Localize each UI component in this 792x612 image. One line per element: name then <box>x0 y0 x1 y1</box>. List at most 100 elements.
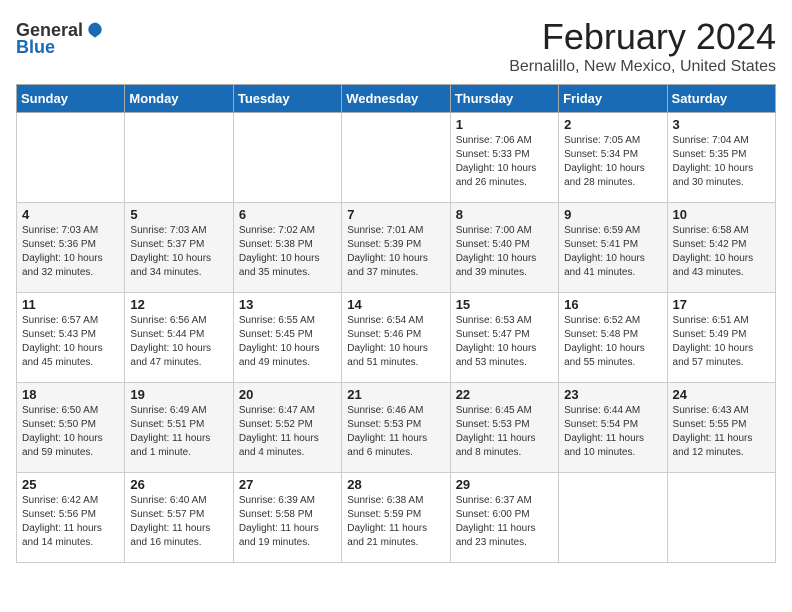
day-number: 12 <box>130 297 227 312</box>
calendar-cell: 5 Sunrise: 7:03 AM Sunset: 5:37 PM Daylig… <box>125 203 233 293</box>
day-detail: Sunrise: 6:58 AM Sunset: 5:42 PM Dayligh… <box>673 224 770 280</box>
day-detail: Sunrise: 6:44 AM Sunset: 5:54 PM Dayligh… <box>564 404 661 460</box>
calendar-cell: 8 Sunrise: 7:00 AM Sunset: 5:40 PM Daylig… <box>450 203 558 293</box>
day-number: 13 <box>239 297 336 312</box>
day-detail: Sunrise: 6:38 AM Sunset: 5:59 PM Dayligh… <box>347 494 444 550</box>
day-detail: Sunrise: 6:46 AM Sunset: 5:53 PM Dayligh… <box>347 404 444 460</box>
location-subtitle: Bernalillo, New Mexico, United States <box>16 58 776 76</box>
day-number: 24 <box>673 387 770 402</box>
day-number: 6 <box>239 207 336 222</box>
day-detail: Sunrise: 6:40 AM Sunset: 5:57 PM Dayligh… <box>130 494 227 550</box>
weekday-header: Sunday <box>17 85 125 113</box>
calendar-week-row: 1 Sunrise: 7:06 AM Sunset: 5:33 PM Daylig… <box>17 113 776 203</box>
day-detail: Sunrise: 6:47 AM Sunset: 5:52 PM Dayligh… <box>239 404 336 460</box>
logo-icon <box>85 21 105 41</box>
calendar-cell: 22Sunrise: 6:45 AM Sunset: 5:53 PM Dayli… <box>450 383 558 473</box>
day-number: 11 <box>22 297 119 312</box>
day-detail: Sunrise: 6:37 AM Sunset: 6:00 PM Dayligh… <box>456 494 553 550</box>
calendar-cell: 29 Sunrise: 6:37 AM Sunset: 6:00 PM Dayli… <box>450 473 558 563</box>
calendar-week-row: 25Sunrise: 6:42 AM Sunset: 5:56 PM Dayli… <box>17 473 776 563</box>
day-detail: Sunrise: 6:52 AM Sunset: 5:48 PM Dayligh… <box>564 314 661 370</box>
weekday-header: Friday <box>559 85 667 113</box>
calendar-cell: 25Sunrise: 6:42 AM Sunset: 5:56 PM Dayli… <box>17 473 125 563</box>
calendar-cell: 26 Sunrise: 6:40 AM Sunset: 5:57 PM Dayli… <box>125 473 233 563</box>
day-number: 21 <box>347 387 444 402</box>
calendar-cell: 28Sunrise: 6:38 AM Sunset: 5:59 PM Dayli… <box>342 473 450 563</box>
day-detail: Sunrise: 6:43 AM Sunset: 5:55 PM Dayligh… <box>673 404 770 460</box>
calendar-cell: 3 Sunrise: 7:04 AM Sunset: 5:35 PM Daylig… <box>667 113 775 203</box>
day-detail: Sunrise: 7:03 AM Sunset: 5:37 PM Dayligh… <box>130 224 227 280</box>
day-detail: Sunrise: 6:55 AM Sunset: 5:45 PM Dayligh… <box>239 314 336 370</box>
day-detail: Sunrise: 7:02 AM Sunset: 5:38 PM Dayligh… <box>239 224 336 280</box>
calendar-cell: 11 Sunrise: 6:57 AM Sunset: 5:43 PM Dayli… <box>17 293 125 383</box>
day-number: 10 <box>673 207 770 222</box>
calendar-cell: 13 Sunrise: 6:55 AM Sunset: 5:45 PM Dayli… <box>233 293 341 383</box>
day-detail: Sunrise: 7:04 AM Sunset: 5:35 PM Dayligh… <box>673 134 770 190</box>
day-number: 29 <box>456 477 553 492</box>
calendar-cell: 9 Sunrise: 6:59 AM Sunset: 5:41 PM Daylig… <box>559 203 667 293</box>
weekday-header: Monday <box>125 85 233 113</box>
day-number: 26 <box>130 477 227 492</box>
day-number: 8 <box>456 207 553 222</box>
calendar-cell <box>559 473 667 563</box>
day-number: 4 <box>22 207 119 222</box>
weekday-header: Thursday <box>450 85 558 113</box>
calendar-cell: 7 Sunrise: 7:01 AM Sunset: 5:39 PM Daylig… <box>342 203 450 293</box>
weekday-header: Saturday <box>667 85 775 113</box>
calendar-cell: 17Sunrise: 6:51 AM Sunset: 5:49 PM Dayli… <box>667 293 775 383</box>
calendar-cell: 2 Sunrise: 7:05 AM Sunset: 5:34 PM Daylig… <box>559 113 667 203</box>
calendar-table: SundayMondayTuesdayWednesdayThursdayFrid… <box>16 84 776 563</box>
day-number: 25 <box>22 477 119 492</box>
calendar-week-row: 18 Sunrise: 6:50 AM Sunset: 5:50 PM Dayli… <box>17 383 776 473</box>
calendar-cell: 15 Sunrise: 6:53 AM Sunset: 5:47 PM Dayli… <box>450 293 558 383</box>
day-detail: Sunrise: 6:39 AM Sunset: 5:58 PM Dayligh… <box>239 494 336 550</box>
month-year-title: February 2024 <box>16 16 776 58</box>
calendar-cell: 18 Sunrise: 6:50 AM Sunset: 5:50 PM Dayli… <box>17 383 125 473</box>
day-number: 18 <box>22 387 119 402</box>
calendar-cell: 27 Sunrise: 6:39 AM Sunset: 5:58 PM Dayli… <box>233 473 341 563</box>
calendar-cell: 16 Sunrise: 6:52 AM Sunset: 5:48 PM Dayli… <box>559 293 667 383</box>
day-detail: Sunrise: 6:49 AM Sunset: 5:51 PM Dayligh… <box>130 404 227 460</box>
calendar-cell: 10 Sunrise: 6:58 AM Sunset: 5:42 PM Dayli… <box>667 203 775 293</box>
day-detail: Sunrise: 6:53 AM Sunset: 5:47 PM Dayligh… <box>456 314 553 370</box>
day-detail: Sunrise: 7:01 AM Sunset: 5:39 PM Dayligh… <box>347 224 444 280</box>
day-number: 22 <box>456 387 553 402</box>
calendar-week-row: 11 Sunrise: 6:57 AM Sunset: 5:43 PM Dayli… <box>17 293 776 383</box>
page-header: February 2024 Bernalillo, New Mexico, Un… <box>16 16 776 76</box>
day-detail: Sunrise: 6:57 AM Sunset: 5:43 PM Dayligh… <box>22 314 119 370</box>
day-number: 16 <box>564 297 661 312</box>
day-number: 19 <box>130 387 227 402</box>
calendar-cell: 14Sunrise: 6:54 AM Sunset: 5:46 PM Dayli… <box>342 293 450 383</box>
calendar-cell: 24 Sunrise: 6:43 AM Sunset: 5:55 PM Dayli… <box>667 383 775 473</box>
day-number: 2 <box>564 117 661 132</box>
day-number: 23 <box>564 387 661 402</box>
day-detail: Sunrise: 6:56 AM Sunset: 5:44 PM Dayligh… <box>130 314 227 370</box>
calendar-cell <box>125 113 233 203</box>
calendar-week-row: 4 Sunrise: 7:03 AM Sunset: 5:36 PM Daylig… <box>17 203 776 293</box>
day-detail: Sunrise: 6:59 AM Sunset: 5:41 PM Dayligh… <box>564 224 661 280</box>
day-number: 14 <box>347 297 444 312</box>
calendar-cell <box>342 113 450 203</box>
day-number: 27 <box>239 477 336 492</box>
weekday-header: Wednesday <box>342 85 450 113</box>
weekday-header: Tuesday <box>233 85 341 113</box>
day-number: 5 <box>130 207 227 222</box>
day-number: 20 <box>239 387 336 402</box>
day-number: 7 <box>347 207 444 222</box>
day-detail: Sunrise: 6:50 AM Sunset: 5:50 PM Dayligh… <box>22 404 119 460</box>
day-number: 3 <box>673 117 770 132</box>
day-number: 1 <box>456 117 553 132</box>
day-detail: Sunrise: 7:06 AM Sunset: 5:33 PM Dayligh… <box>456 134 553 190</box>
calendar-cell <box>667 473 775 563</box>
calendar-header-row: SundayMondayTuesdayWednesdayThursdayFrid… <box>17 85 776 113</box>
calendar-cell: 19 Sunrise: 6:49 AM Sunset: 5:51 PM Dayli… <box>125 383 233 473</box>
calendar-cell: 1 Sunrise: 7:06 AM Sunset: 5:33 PM Daylig… <box>450 113 558 203</box>
day-number: 9 <box>564 207 661 222</box>
day-detail: Sunrise: 7:03 AM Sunset: 5:36 PM Dayligh… <box>22 224 119 280</box>
day-number: 15 <box>456 297 553 312</box>
day-detail: Sunrise: 7:00 AM Sunset: 5:40 PM Dayligh… <box>456 224 553 280</box>
day-detail: Sunrise: 6:51 AM Sunset: 5:49 PM Dayligh… <box>673 314 770 370</box>
calendar-cell: 21 Sunrise: 6:46 AM Sunset: 5:53 PM Dayli… <box>342 383 450 473</box>
calendar-cell: 6 Sunrise: 7:02 AM Sunset: 5:38 PM Daylig… <box>233 203 341 293</box>
day-detail: Sunrise: 7:05 AM Sunset: 5:34 PM Dayligh… <box>564 134 661 190</box>
